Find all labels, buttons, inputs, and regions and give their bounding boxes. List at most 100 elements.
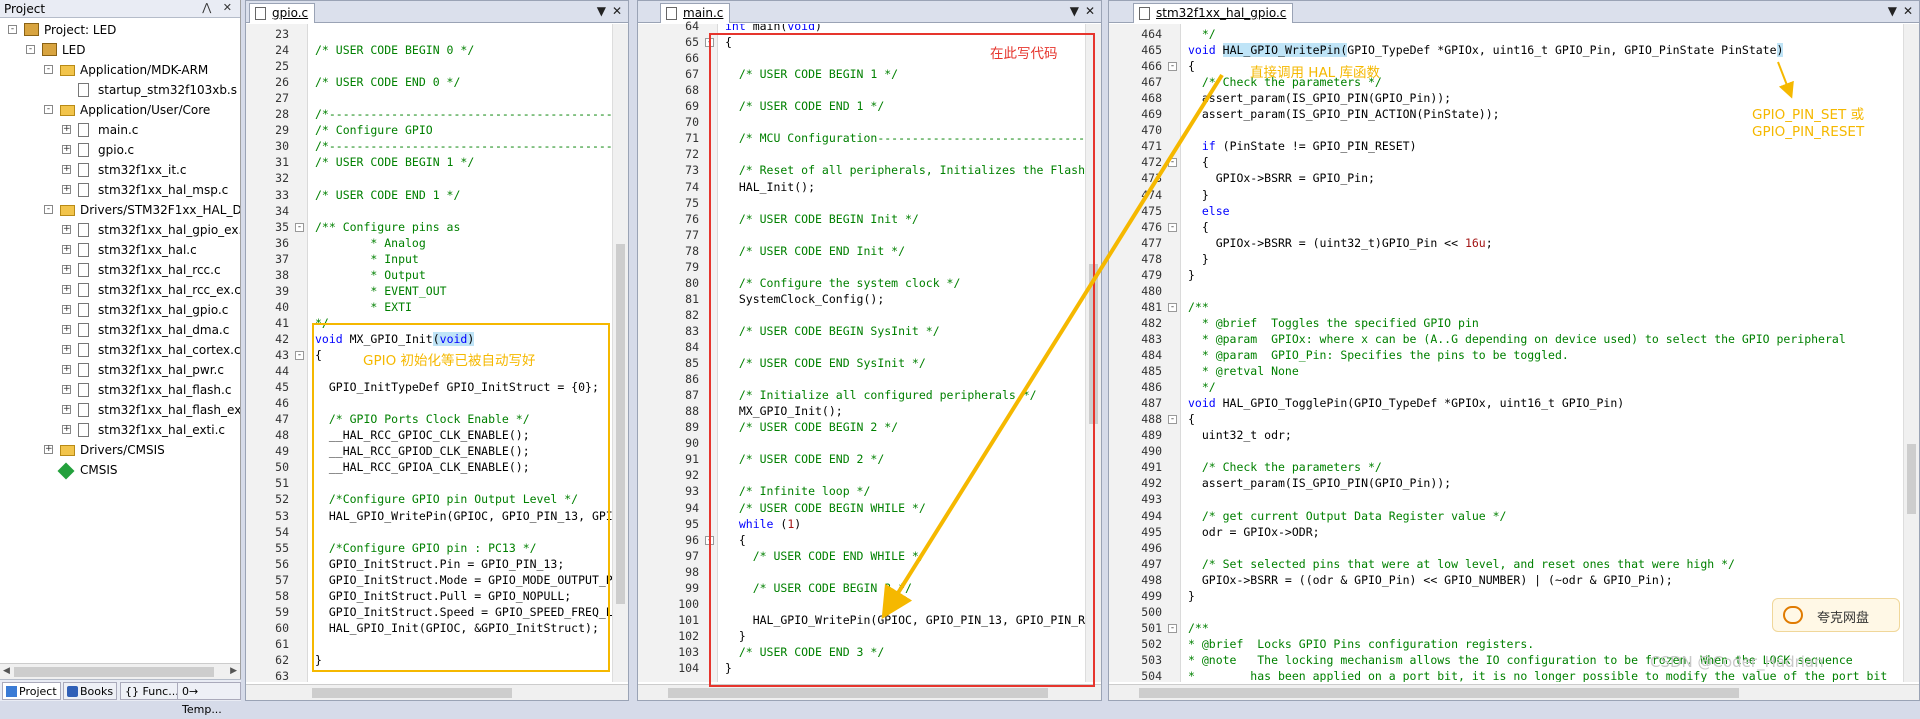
expand-icon[interactable]: + — [62, 345, 71, 354]
code-line[interactable]: */ — [1188, 27, 1216, 41]
code-line[interactable]: * @brief Toggles the specified GPIO pin — [1188, 316, 1479, 330]
collapse-icon[interactable]: - — [8, 25, 17, 34]
code-line[interactable]: { — [1188, 412, 1195, 426]
tab-dropdown-icon[interactable]: ▼ — [1888, 4, 1897, 18]
code-line[interactable]: void HAL_GPIO_WritePin(GPIO_TypeDef *GPI… — [1188, 43, 1784, 58]
collapse-icon[interactable]: - — [26, 45, 35, 54]
collapse-icon[interactable]: - — [44, 105, 53, 114]
code-line[interactable]: } — [1188, 252, 1209, 266]
code-line[interactable]: * Input — [315, 252, 418, 266]
project-hscrollbar[interactable]: ◀ ▶ — [0, 663, 240, 679]
tab-functions[interactable]: {} Func... — [120, 682, 183, 700]
code-line[interactable]: /** — [1188, 621, 1209, 635]
hscroll-thumb[interactable] — [14, 667, 214, 677]
expand-icon[interactable]: + — [62, 285, 71, 294]
fold-toggle-icon[interactable]: - — [1168, 415, 1177, 425]
code-line[interactable]: GPIOx->BSRR = GPIO_Pin; — [1188, 171, 1375, 185]
expand-icon[interactable]: + — [62, 405, 71, 414]
code-line[interactable]: else — [1188, 204, 1230, 218]
close-editor-icon[interactable]: ✕ — [1903, 4, 1913, 18]
code-line[interactable]: /*--------------------------------------… — [315, 107, 612, 121]
expand-icon[interactable]: + — [44, 445, 53, 454]
code-line[interactable]: } — [1188, 188, 1209, 202]
code-line[interactable]: assert_param(IS_GPIO_PIN_ACTION(PinState… — [1188, 107, 1500, 121]
fold-toggle-icon[interactable]: - — [1168, 623, 1177, 633]
expand-icon[interactable]: + — [62, 245, 71, 254]
code-line[interactable]: odr = GPIOx->ODR; — [1188, 525, 1320, 539]
code-line[interactable]: /** Configure pins as — [315, 220, 460, 234]
hscroll-thumb[interactable] — [312, 688, 512, 698]
expand-icon[interactable]: + — [62, 385, 71, 394]
expand-icon[interactable]: + — [62, 165, 71, 174]
fold-toggle-icon[interactable]: - — [1168, 302, 1177, 312]
code-line[interactable]: /* USER CODE BEGIN 0 */ — [315, 43, 474, 57]
vscrollbar[interactable] — [1903, 24, 1919, 682]
fold-toggle-icon[interactable]: - — [1168, 222, 1177, 232]
code-line[interactable]: /* Set selected pins that were at low le… — [1188, 557, 1735, 571]
code-line[interactable]: /* Check the parameters */ — [1188, 460, 1382, 474]
tab-project[interactable]: Project — [2, 682, 61, 700]
code-line[interactable]: GPIOx->BSRR = ((odr & GPIO_Pin) << GPIO_… — [1188, 573, 1673, 587]
code-line[interactable]: * EVENT_OUT — [315, 284, 446, 298]
collapse-icon[interactable]: - — [44, 205, 53, 214]
hscroll-thumb[interactable] — [1139, 688, 1739, 698]
vscroll-thumb[interactable] — [1907, 444, 1916, 514]
code-line[interactable]: * Output — [315, 268, 425, 282]
expand-icon[interactable]: + — [62, 145, 71, 154]
expand-icon[interactable]: + — [62, 325, 71, 334]
tab-dropdown-icon[interactable]: ▼ — [597, 4, 606, 18]
code-line[interactable]: * @retval None — [1188, 364, 1299, 378]
code-line[interactable]: /* USER CODE BEGIN 1 */ — [315, 155, 474, 169]
panel-controls[interactable]: ⋀ ✕ — [202, 1, 236, 14]
expand-icon[interactable]: + — [62, 225, 71, 234]
expand-icon[interactable]: + — [62, 185, 71, 194]
tab-stm32f1xx-hal-gpio-c[interactable]: stm32f1xx_hal_gpio.c — [1133, 3, 1294, 23]
code-line[interactable]: uint32_t odr; — [1188, 428, 1292, 442]
code-line[interactable]: /*--------------------------------------… — [315, 139, 612, 153]
expand-icon[interactable]: + — [62, 265, 71, 274]
code-line[interactable]: * EXTI — [315, 300, 412, 314]
code-line[interactable]: int main(void) — [725, 24, 822, 33]
hscroll-thumb[interactable] — [668, 688, 1048, 698]
code-line[interactable]: * @brief Locks GPIO Pins configuration r… — [1188, 637, 1534, 651]
code-line[interactable]: { — [1188, 220, 1209, 234]
code-line[interactable]: } — [1188, 589, 1195, 603]
vscroll-thumb[interactable] — [616, 244, 625, 604]
code-line[interactable]: /* USER CODE END 0 */ — [315, 75, 460, 89]
fold-toggle-icon[interactable]: - — [295, 222, 304, 232]
expand-icon[interactable]: + — [62, 125, 71, 134]
tab-gpio-c[interactable]: gpio.c — [249, 3, 316, 23]
code-line[interactable]: } — [1188, 268, 1195, 282]
close-editor-icon[interactable]: ✕ — [1085, 4, 1095, 18]
tab-dropdown-icon[interactable]: ▼ — [1070, 4, 1079, 18]
scroll-left-icon[interactable]: ◀ — [3, 666, 10, 676]
hscrollbar[interactable] — [1109, 684, 1919, 700]
code-line[interactable]: */ — [1188, 380, 1216, 394]
code-line[interactable]: /* Configure GPIO — [315, 123, 433, 137]
code-line[interactable]: if (PinState != GPIO_PIN_RESET) — [1188, 139, 1417, 153]
tab-templates[interactable]: 0→ Temp... — [177, 682, 241, 716]
fold-toggle-icon[interactable]: - — [1168, 158, 1177, 168]
code-line[interactable]: assert_param(IS_GPIO_PIN(GPIO_Pin)); — [1188, 476, 1451, 490]
scroll-right-icon[interactable]: ▶ — [230, 666, 237, 676]
tab-books[interactable]: Books — [63, 682, 118, 700]
code-line[interactable]: { — [1188, 155, 1209, 169]
code-line[interactable]: assert_param(IS_GPIO_PIN(GPIO_Pin)); — [1188, 91, 1451, 105]
expand-icon[interactable]: + — [62, 365, 71, 374]
vscrollbar[interactable] — [612, 24, 628, 682]
collapse-icon[interactable]: - — [44, 65, 53, 74]
code-line[interactable]: /** — [1188, 300, 1209, 314]
expand-icon[interactable]: + — [62, 305, 71, 314]
code-line[interactable]: { — [1188, 59, 1195, 73]
expand-icon[interactable]: + — [62, 425, 71, 434]
code-line[interactable]: * @param GPIOx: where x can be (A..G dep… — [1188, 332, 1846, 346]
fold-toggle-icon[interactable]: - — [1168, 62, 1177, 72]
fold-toggle-icon[interactable]: - — [295, 351, 304, 360]
code-line[interactable]: /* USER CODE END 1 */ — [315, 188, 460, 202]
close-editor-icon[interactable]: ✕ — [612, 4, 622, 18]
code-line[interactable]: /* get current Output Data Register valu… — [1188, 509, 1507, 523]
hscrollbar[interactable] — [246, 684, 628, 700]
code-line[interactable]: * Analog — [315, 236, 425, 250]
code-line[interactable]: GPIOx->BSRR = (uint32_t)GPIO_Pin << 16u; — [1188, 236, 1493, 250]
code-line[interactable]: * @param GPIO_Pin: Specifies the pins to… — [1188, 348, 1569, 362]
